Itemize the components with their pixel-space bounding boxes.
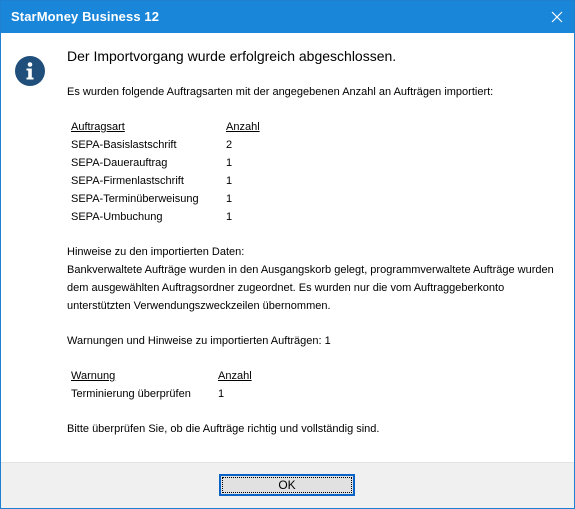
table-row: SEPA-Firmenlastschrift 1 bbox=[71, 172, 260, 190]
order-type-cell: SEPA-Basislastschrift bbox=[71, 139, 177, 151]
close-button[interactable] bbox=[540, 1, 574, 33]
column-header-anzahl: Anzahl bbox=[226, 121, 260, 133]
table-row: SEPA-Dauerauftrag 1 bbox=[71, 154, 260, 172]
close-icon bbox=[551, 11, 563, 23]
notes-line: Bankverwaltete Aufträge wurden in den Au… bbox=[67, 264, 554, 276]
table-row: Terminierung überprüfen 1 bbox=[71, 385, 252, 403]
order-type-cell: SEPA-Umbuchung bbox=[71, 211, 163, 223]
table-row: SEPA-Terminüberweisung 1 bbox=[71, 190, 260, 208]
notes-line: dem ausgewählten Auftragsordner zugeordn… bbox=[67, 282, 505, 294]
import-notes: Hinweise zu den importierten Daten: Bank… bbox=[67, 243, 567, 315]
focus-rectangle bbox=[222, 477, 352, 493]
order-count-cell: 1 bbox=[226, 193, 233, 205]
column-header-warnung: Warnung bbox=[71, 370, 116, 382]
info-icon bbox=[15, 56, 45, 86]
warnings-summary: Warnungen und Hinweise zu importierten A… bbox=[67, 335, 331, 347]
warnings-table: Warnung Anzahl Terminierung überprüfen 1 bbox=[71, 367, 252, 403]
warning-type-cell: Terminierung überprüfen bbox=[71, 388, 191, 400]
order-count-cell: 1 bbox=[226, 211, 233, 223]
table-row: SEPA-Basislastschrift 2 bbox=[71, 136, 260, 154]
closing-text: Bitte überprüfen Sie, ob die Aufträge ri… bbox=[67, 423, 380, 435]
import-result-dialog: StarMoney Business 12 Der Importvorgang … bbox=[0, 0, 575, 509]
order-count-cell: 2 bbox=[226, 139, 233, 151]
message-content: Der Importvorgang wurde erfolgreich abge… bbox=[67, 45, 567, 438]
message-heading: Der Importvorgang wurde erfolgreich abge… bbox=[67, 48, 397, 64]
warning-count-cell: 1 bbox=[218, 388, 225, 400]
ok-button[interactable]: OK bbox=[219, 474, 355, 496]
title-bar[interactable]: StarMoney Business 12 bbox=[1, 1, 574, 33]
order-count-cell: 1 bbox=[226, 175, 233, 187]
button-bar: OK bbox=[1, 462, 574, 508]
order-type-cell: SEPA-Firmenlastschrift bbox=[71, 175, 184, 187]
warnings-table-header: Warnung Anzahl bbox=[71, 367, 252, 385]
column-header-anzahl: Anzahl bbox=[218, 370, 252, 382]
orders-table-header: Auftragsart Anzahl bbox=[71, 118, 260, 136]
order-type-cell: SEPA-Dauerauftrag bbox=[71, 157, 168, 169]
column-header-auftragsart: Auftragsart bbox=[71, 121, 125, 133]
order-type-cell: SEPA-Terminüberweisung bbox=[71, 193, 199, 205]
notes-line: unterstützten Verwendungszweckzeilen übe… bbox=[67, 300, 331, 312]
notes-title: Hinweise zu den importierten Daten: bbox=[67, 246, 245, 258]
orders-table: Auftragsart Anzahl SEPA-Basislastschrift… bbox=[71, 118, 260, 226]
window-title: StarMoney Business 12 bbox=[11, 9, 160, 24]
intro-text: Es wurden folgende Auftragsarten mit der… bbox=[67, 86, 494, 98]
order-count-cell: 1 bbox=[226, 157, 233, 169]
table-row: SEPA-Umbuchung 1 bbox=[71, 208, 260, 226]
